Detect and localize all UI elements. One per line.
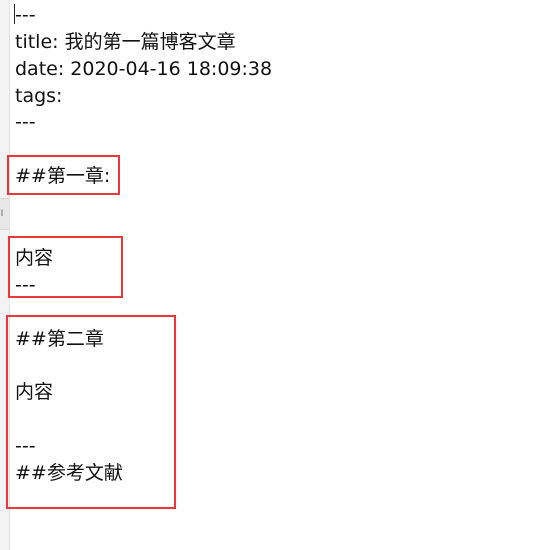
front-matter-title: title: 我的第一篇博客文章 <box>15 31 236 53</box>
highlight-box-content <box>8 236 123 298</box>
highlight-box-chapter-1 <box>7 155 120 195</box>
front-matter-end: --- <box>15 111 36 133</box>
front-matter-start: --- <box>15 4 36 26</box>
front-matter-tags: tags: <box>15 85 63 107</box>
highlight-box-chapter-2 <box>6 315 176 509</box>
front-matter-date: date: 2020-04-16 18:09:38 <box>15 58 273 80</box>
collapsed-panel-tab-glyph: l <box>1 208 3 218</box>
text-editor-area[interactable]: l --- title: 我的第一篇博客文章 date: 2020-04-16 … <box>0 0 541 550</box>
